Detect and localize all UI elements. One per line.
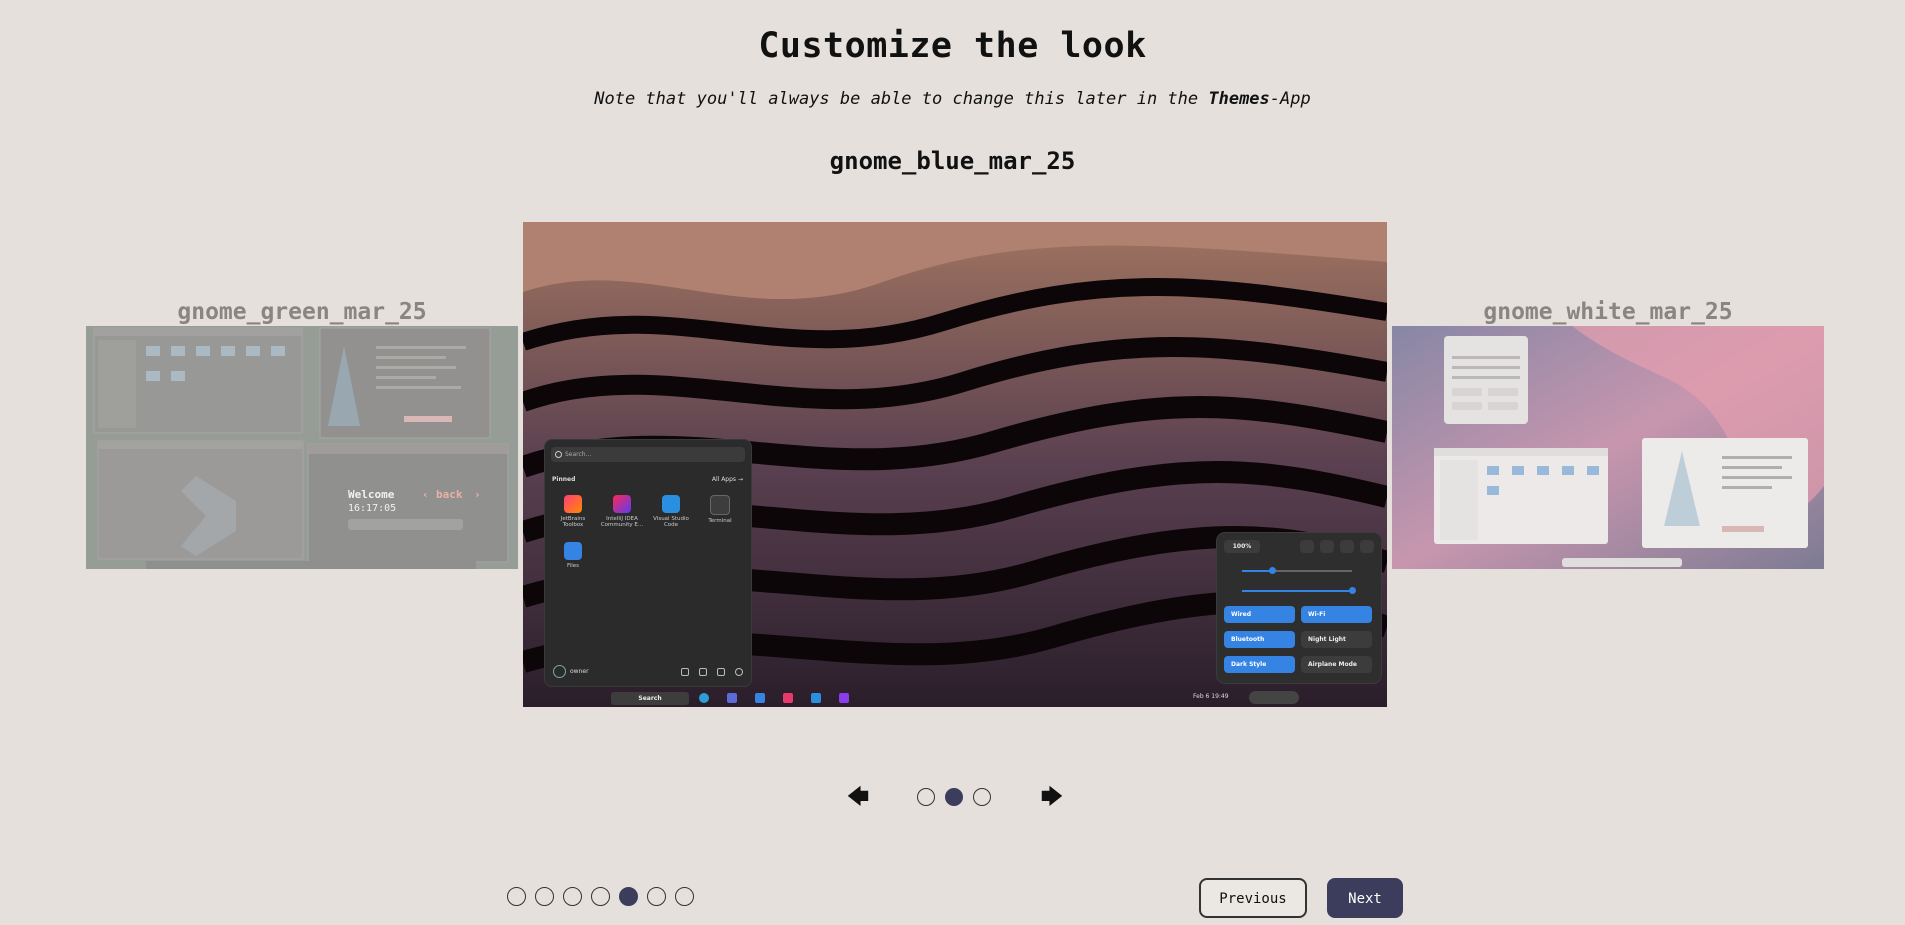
prev-theme-name: gnome_green_mar_25 [177, 299, 427, 325]
step-dot [675, 887, 694, 906]
tile-bluetooth[interactable]: Bluetooth [1224, 631, 1295, 648]
next-theme-name: gnome_white_mar_25 [1483, 299, 1733, 325]
settings-icon[interactable] [717, 668, 725, 676]
taskbar-clock[interactable]: Feb 6 19:49 [1193, 693, 1229, 700]
current-theme-preview[interactable]: Search... Pinned All Apps → JetBrains To… [523, 222, 1387, 707]
power-icon[interactable] [1360, 540, 1374, 553]
settings-icon[interactable] [1320, 540, 1334, 553]
current-theme-name: gnome_blue_mar_25 [829, 147, 1076, 175]
app-terminal[interactable]: Terminal [698, 495, 742, 524]
user-account[interactable]: owner [553, 665, 589, 678]
carousel-prev-arrow[interactable]: 🡄 [845, 785, 871, 811]
next-button[interactable]: Next [1327, 878, 1403, 918]
avatar [553, 665, 566, 678]
tile-airplane-mode[interactable]: Airplane Mode [1301, 656, 1372, 673]
carousel-dot[interactable] [973, 788, 991, 806]
taskbar: Search Feb 6 19:49 [523, 689, 1387, 707]
page-subtitle: Note that you'll always be able to chang… [0, 89, 1905, 109]
quick-settings-panel: 100% Wired Wi-Fi Bluetooth Night Light D… [1216, 532, 1382, 684]
quick-top-buttons [1300, 540, 1374, 553]
carousel-dot[interactable] [945, 788, 963, 806]
step-dot [647, 887, 666, 906]
carousel-dot[interactable] [917, 788, 935, 806]
tile-wifi[interactable]: Wi-Fi [1301, 606, 1372, 623]
intellij-idea-icon [613, 495, 631, 513]
svg-text:‹: ‹ [422, 488, 429, 501]
all-apps-link[interactable]: All Apps → [712, 476, 743, 483]
files-icon[interactable] [699, 668, 707, 676]
search-icon [555, 451, 562, 458]
edge-icon[interactable] [699, 693, 709, 703]
previous-button[interactable]: Previous [1199, 878, 1307, 918]
terminal-icon [710, 495, 730, 515]
next-theme-preview[interactable] [1392, 326, 1824, 569]
screenshot-icon[interactable] [1300, 540, 1314, 553]
pinned-label: Pinned [552, 476, 576, 483]
prev-theme-preview[interactable]: Welcome ‹ back › 16:17:05 [86, 326, 518, 569]
green-welcome-text: Welcome [348, 488, 395, 501]
intellij-icon[interactable] [839, 693, 849, 703]
green-back-text: back [436, 488, 463, 501]
carousel-next-arrow[interactable]: 🡆 [1039, 785, 1065, 811]
power-icon[interactable] [735, 668, 743, 676]
app-files[interactable]: Files [551, 542, 595, 569]
brightness-slider[interactable] [1242, 587, 1356, 594]
battery-indicator: 100% [1224, 540, 1260, 553]
tile-night-light[interactable]: Night Light [1301, 631, 1372, 648]
start-search-input[interactable]: Search... [551, 447, 745, 462]
lock-icon[interactable] [681, 668, 689, 676]
step-dot [591, 887, 610, 906]
tile-wired[interactable]: Wired [1224, 606, 1295, 623]
folder-icon[interactable] [755, 693, 765, 703]
step-dot [507, 887, 526, 906]
subtitle-suffix: -App [1269, 89, 1311, 109]
volume-slider[interactable] [1242, 567, 1352, 574]
vscode-icon[interactable] [811, 693, 821, 703]
start-power-icons [681, 668, 743, 676]
chat-icon[interactable] [727, 693, 737, 703]
taskbar-search-button[interactable]: Search [611, 692, 689, 705]
themes-app-name: Themes [1208, 89, 1270, 109]
jetbrains-icon[interactable] [783, 693, 793, 703]
svg-text:›: › [474, 488, 481, 501]
start-menu: Search... Pinned All Apps → JetBrains To… [544, 439, 752, 687]
step-dot [535, 887, 554, 906]
green-time-text: 16:17:05 [348, 503, 396, 514]
folder-icon [564, 542, 582, 560]
app-jetbrains-toolbox[interactable]: JetBrains Toolbox [551, 495, 595, 528]
page-title: Customize the look [758, 26, 1147, 66]
system-tray[interactable] [1249, 691, 1299, 704]
white-theme-screenshot [1392, 326, 1824, 569]
tile-dark-style[interactable]: Dark Style [1224, 656, 1295, 673]
vscode-icon [662, 495, 680, 513]
app-intellij-idea[interactable]: IntelliJ IDEA Community E... [600, 495, 644, 528]
jetbrains-toolbox-icon [564, 495, 582, 513]
app-vscode[interactable]: Visual Studio Code [649, 495, 693, 528]
lock-icon[interactable] [1340, 540, 1354, 553]
step-dot [563, 887, 582, 906]
green-theme-screenshot: Welcome ‹ back › 16:17:05 [86, 326, 518, 569]
step-dot [619, 887, 638, 906]
subtitle-text: Note that you'll always be able to chang… [594, 89, 1209, 109]
